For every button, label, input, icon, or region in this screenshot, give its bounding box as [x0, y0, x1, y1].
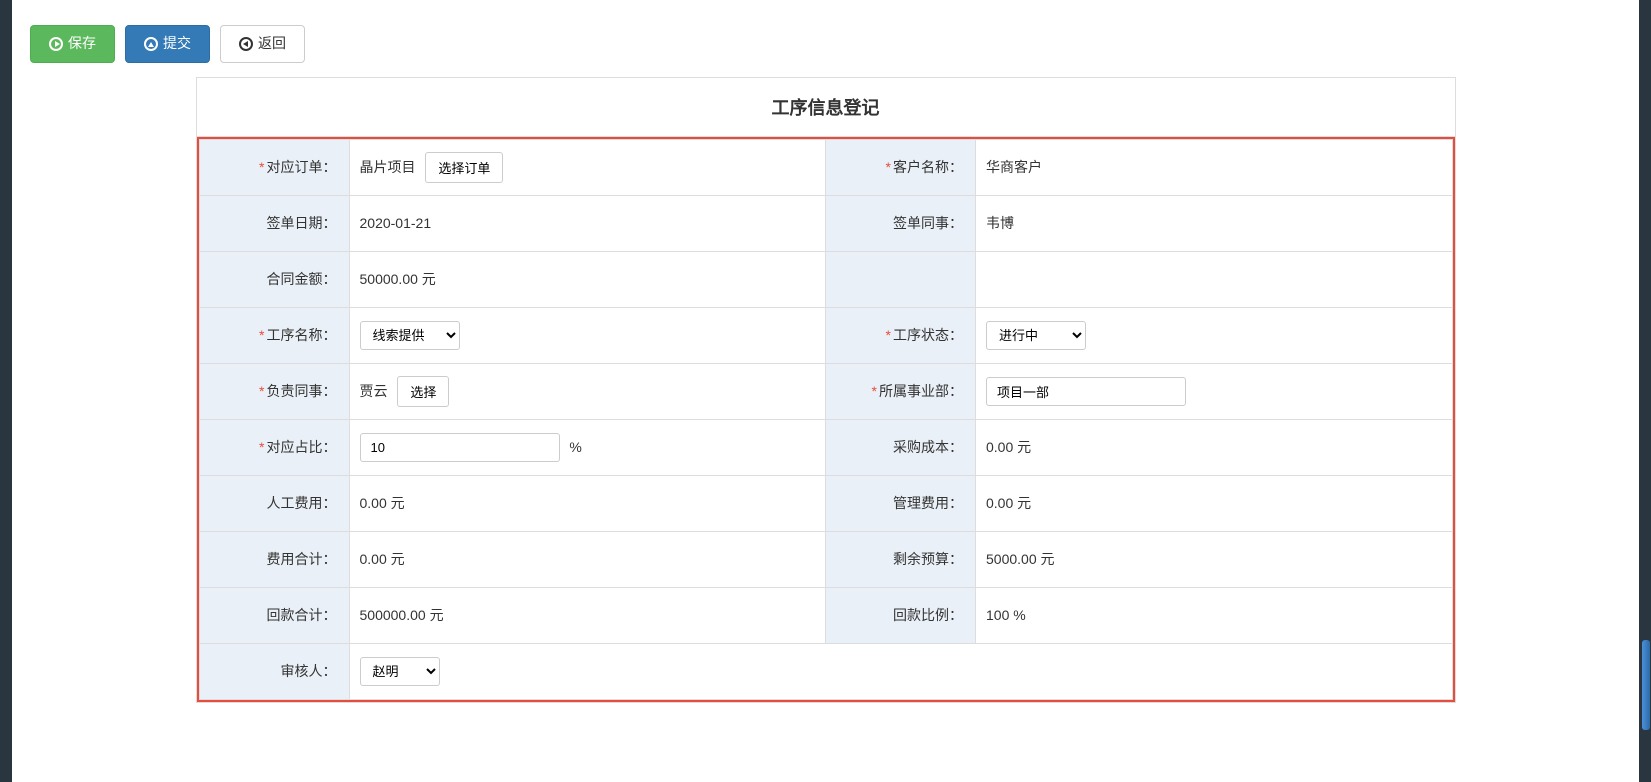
- value-cost-total: 0.00 元: [349, 531, 826, 587]
- submit-button-label: 提交: [163, 34, 191, 54]
- label-ratio: *对应占比：: [199, 419, 349, 475]
- toolbar: 保存 提交 返回: [12, 0, 1639, 77]
- submit-icon: [144, 37, 158, 51]
- form-row-signdate: 签单日期： 2020-01-21 签单同事： 韦博: [199, 195, 1452, 251]
- back-icon: [239, 37, 253, 51]
- required-icon: *: [259, 327, 264, 343]
- required-icon: *: [886, 327, 891, 343]
- label-purchase-cost: 采购成本：: [826, 419, 976, 475]
- value-remaining-budget: 5000.00 元: [976, 531, 1453, 587]
- label-remaining-budget: 剩余预算：: [826, 531, 976, 587]
- value-empty1: [976, 251, 1453, 307]
- required-icon: *: [259, 383, 264, 399]
- select-order-button[interactable]: 选择订单: [425, 152, 503, 183]
- form-row-process: *工序名称： 线索提供 *工序状态： 进行中: [199, 307, 1452, 363]
- required-icon: *: [259, 439, 264, 455]
- auditor-select[interactable]: 赵明: [360, 657, 440, 686]
- process-status-select[interactable]: 进行中: [986, 321, 1086, 350]
- value-sign-colleague: 韦博: [976, 195, 1453, 251]
- ratio-suffix: %: [569, 439, 581, 455]
- value-process-status: 进行中: [976, 307, 1453, 363]
- form-row-labor: 人工费用： 0.00 元 管理费用： 0.00 元: [199, 475, 1452, 531]
- label-contract-amount: 合同金额：: [199, 251, 349, 307]
- value-contract-amount: 50000.00 元: [349, 251, 826, 307]
- label-receipt-total: 回款合计：: [199, 587, 349, 643]
- scrollbar-thumb[interactable]: [1642, 640, 1650, 730]
- order-project-text: 晶片项目: [360, 157, 416, 177]
- value-receipt-total: 500000.00 元: [349, 587, 826, 643]
- form-row-cost-total: 费用合计： 0.00 元 剩余预算： 5000.00 元: [199, 531, 1452, 587]
- content-center: 工序信息登记 *对应订单： 晶片项目 选择订单 *客户名称： 华商客户: [12, 77, 1639, 723]
- select-responsible-button[interactable]: 选择: [397, 376, 449, 407]
- label-department: *所属事业部：: [826, 363, 976, 419]
- label-auditor: 审核人：: [199, 643, 349, 699]
- required-icon: *: [259, 159, 264, 175]
- value-process-name: 线索提供: [349, 307, 826, 363]
- label-customer: *客户名称：: [826, 139, 976, 195]
- label-empty1: [826, 251, 976, 307]
- value-receipt-ratio: 100 %: [976, 587, 1453, 643]
- submit-button[interactable]: 提交: [125, 25, 210, 63]
- department-input[interactable]: [986, 377, 1186, 406]
- page-wrapper: 保存 提交 返回 工序信息登记 *对应订单： 晶片项目: [12, 0, 1639, 782]
- save-button-label: 保存: [68, 34, 96, 54]
- responsible-name-text: 贾云: [360, 381, 388, 401]
- label-sign-date: 签单日期：: [199, 195, 349, 251]
- panel-title: 工序信息登记: [197, 78, 1455, 137]
- form-row-receipt: 回款合计： 500000.00 元 回款比例： 100 %: [199, 587, 1452, 643]
- form-row-auditor: 审核人： 赵明: [199, 643, 1452, 699]
- value-purchase-cost: 0.00 元: [976, 419, 1453, 475]
- label-sign-colleague: 签单同事：: [826, 195, 976, 251]
- back-button[interactable]: 返回: [220, 25, 305, 63]
- label-responsible: *负责同事：: [199, 363, 349, 419]
- label-labor-cost: 人工费用：: [199, 475, 349, 531]
- label-manage-cost: 管理费用：: [826, 475, 976, 531]
- value-manage-cost: 0.00 元: [976, 475, 1453, 531]
- required-icon: *: [886, 159, 891, 175]
- label-order: *对应订单：: [199, 139, 349, 195]
- label-process-name: *工序名称：: [199, 307, 349, 363]
- value-sign-date: 2020-01-21: [349, 195, 826, 251]
- value-order: 晶片项目 选择订单: [349, 139, 826, 195]
- back-button-label: 返回: [258, 34, 286, 54]
- required-icon: *: [872, 383, 877, 399]
- form-panel: 工序信息登记 *对应订单： 晶片项目 选择订单 *客户名称： 华商客户: [196, 77, 1456, 703]
- value-ratio: %: [349, 419, 826, 475]
- value-responsible: 贾云 选择: [349, 363, 826, 419]
- form-row-responsible: *负责同事： 贾云 选择 *所属事业部：: [199, 363, 1452, 419]
- form-row-order: *对应订单： 晶片项目 选择订单 *客户名称： 华商客户: [199, 139, 1452, 195]
- value-customer: 华商客户: [976, 139, 1453, 195]
- form-row-contract: 合同金额： 50000.00 元: [199, 251, 1452, 307]
- form-table: *对应订单： 晶片项目 选择订单 *客户名称： 华商客户 签单日期： 2020-…: [199, 139, 1453, 700]
- value-auditor: 赵明: [349, 643, 1452, 699]
- form-row-ratio: *对应占比： % 采购成本： 0.00 元: [199, 419, 1452, 475]
- value-labor-cost: 0.00 元: [349, 475, 826, 531]
- play-icon: [49, 37, 63, 51]
- save-button[interactable]: 保存: [30, 25, 115, 63]
- label-cost-total: 费用合计：: [199, 531, 349, 587]
- value-department: [976, 363, 1453, 419]
- label-receipt-ratio: 回款比例：: [826, 587, 976, 643]
- label-process-status: *工序状态：: [826, 307, 976, 363]
- form-table-wrapper: *对应订单： 晶片项目 选择订单 *客户名称： 华商客户 签单日期： 2020-…: [197, 137, 1455, 702]
- process-name-select[interactable]: 线索提供: [360, 321, 460, 350]
- ratio-input[interactable]: [360, 433, 560, 462]
